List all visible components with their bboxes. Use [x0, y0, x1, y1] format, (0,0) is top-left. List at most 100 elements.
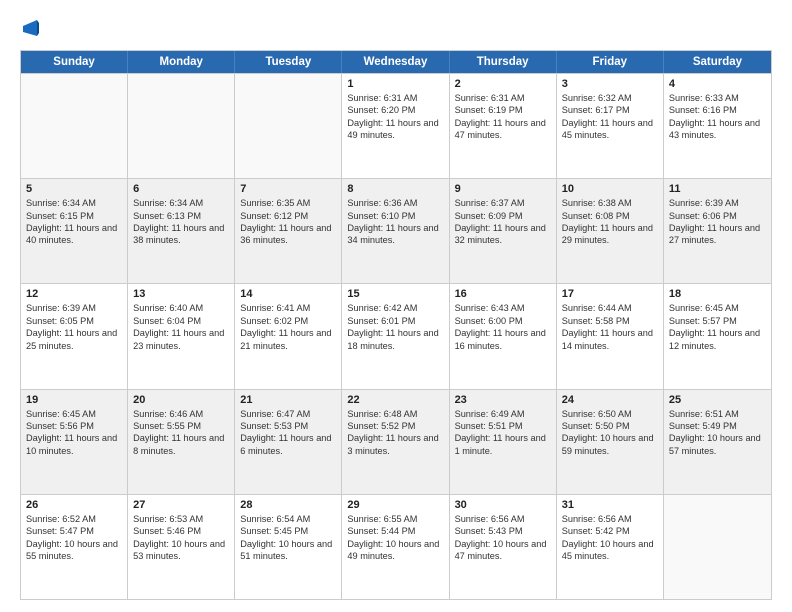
sunrise-line: Sunrise: 6:56 AM	[562, 513, 658, 525]
week-row-4: 19Sunrise: 6:45 AMSunset: 5:56 PMDayligh…	[21, 389, 771, 494]
daylight-line: Daylight: 11 hours and 40 minutes.	[26, 222, 122, 247]
daylight-line: Daylight: 11 hours and 34 minutes.	[347, 222, 443, 247]
daylight-line: Daylight: 11 hours and 6 minutes.	[240, 432, 336, 457]
daylight-line: Daylight: 11 hours and 3 minutes.	[347, 432, 443, 457]
sunrise-line: Sunrise: 6:49 AM	[455, 408, 551, 420]
calendar-body: 1Sunrise: 6:31 AMSunset: 6:20 PMDaylight…	[21, 73, 771, 599]
cal-cell: 10Sunrise: 6:38 AMSunset: 6:08 PMDayligh…	[557, 179, 664, 283]
sunrise-line: Sunrise: 6:34 AM	[133, 197, 229, 209]
sunrise-line: Sunrise: 6:36 AM	[347, 197, 443, 209]
cal-cell: 14Sunrise: 6:41 AMSunset: 6:02 PMDayligh…	[235, 284, 342, 388]
cal-cell: 12Sunrise: 6:39 AMSunset: 6:05 PMDayligh…	[21, 284, 128, 388]
daylight-line: Daylight: 11 hours and 8 minutes.	[133, 432, 229, 457]
sunrise-line: Sunrise: 6:39 AM	[26, 302, 122, 314]
day-number: 24	[562, 394, 658, 406]
sunrise-line: Sunrise: 6:40 AM	[133, 302, 229, 314]
sunrise-line: Sunrise: 6:44 AM	[562, 302, 658, 314]
day-number: 28	[240, 499, 336, 511]
day-number: 11	[669, 183, 766, 195]
daylight-line: Daylight: 10 hours and 45 minutes.	[562, 538, 658, 563]
sunrise-line: Sunrise: 6:31 AM	[455, 92, 551, 104]
daylight-line: Daylight: 10 hours and 59 minutes.	[562, 432, 658, 457]
daylight-line: Daylight: 11 hours and 23 minutes.	[133, 327, 229, 352]
sunset-line: Sunset: 5:58 PM	[562, 315, 658, 327]
day-header-sunday: Sunday	[21, 51, 128, 73]
day-header-friday: Friday	[557, 51, 664, 73]
sunset-line: Sunset: 6:10 PM	[347, 210, 443, 222]
cal-cell: 27Sunrise: 6:53 AMSunset: 5:46 PMDayligh…	[128, 495, 235, 599]
cal-cell: 3Sunrise: 6:32 AMSunset: 6:17 PMDaylight…	[557, 74, 664, 178]
daylight-line: Daylight: 11 hours and 29 minutes.	[562, 222, 658, 247]
sunrise-line: Sunrise: 6:54 AM	[240, 513, 336, 525]
day-number: 9	[455, 183, 551, 195]
sunrise-line: Sunrise: 6:55 AM	[347, 513, 443, 525]
daylight-line: Daylight: 10 hours and 47 minutes.	[455, 538, 551, 563]
sunset-line: Sunset: 6:20 PM	[347, 104, 443, 116]
cal-cell: 31Sunrise: 6:56 AMSunset: 5:42 PMDayligh…	[557, 495, 664, 599]
sunset-line: Sunset: 5:46 PM	[133, 525, 229, 537]
day-number: 15	[347, 288, 443, 300]
cal-cell: 23Sunrise: 6:49 AMSunset: 5:51 PMDayligh…	[450, 390, 557, 494]
daylight-line: Daylight: 11 hours and 14 minutes.	[562, 327, 658, 352]
cal-cell: 9Sunrise: 6:37 AMSunset: 6:09 PMDaylight…	[450, 179, 557, 283]
sunset-line: Sunset: 5:49 PM	[669, 420, 766, 432]
day-number: 19	[26, 394, 122, 406]
sunrise-line: Sunrise: 6:46 AM	[133, 408, 229, 420]
sunset-line: Sunset: 5:42 PM	[562, 525, 658, 537]
daylight-line: Daylight: 11 hours and 18 minutes.	[347, 327, 443, 352]
daylight-line: Daylight: 10 hours and 55 minutes.	[26, 538, 122, 563]
daylight-line: Daylight: 11 hours and 16 minutes.	[455, 327, 551, 352]
day-number: 26	[26, 499, 122, 511]
daylight-line: Daylight: 11 hours and 47 minutes.	[455, 117, 551, 142]
day-number: 18	[669, 288, 766, 300]
day-number: 17	[562, 288, 658, 300]
sunset-line: Sunset: 5:44 PM	[347, 525, 443, 537]
day-number: 20	[133, 394, 229, 406]
logo	[20, 18, 39, 40]
sunset-line: Sunset: 5:47 PM	[26, 525, 122, 537]
sunset-line: Sunset: 5:43 PM	[455, 525, 551, 537]
day-number: 8	[347, 183, 443, 195]
cal-cell: 18Sunrise: 6:45 AMSunset: 5:57 PMDayligh…	[664, 284, 771, 388]
daylight-line: Daylight: 11 hours and 36 minutes.	[240, 222, 336, 247]
day-number: 5	[26, 183, 122, 195]
cal-cell: 29Sunrise: 6:55 AMSunset: 5:44 PMDayligh…	[342, 495, 449, 599]
daylight-line: Daylight: 11 hours and 38 minutes.	[133, 222, 229, 247]
day-number: 29	[347, 499, 443, 511]
daylight-line: Daylight: 11 hours and 27 minutes.	[669, 222, 766, 247]
sunset-line: Sunset: 6:06 PM	[669, 210, 766, 222]
day-number: 13	[133, 288, 229, 300]
sunset-line: Sunset: 6:04 PM	[133, 315, 229, 327]
sunrise-line: Sunrise: 6:45 AM	[26, 408, 122, 420]
cal-cell	[664, 495, 771, 599]
sunset-line: Sunset: 5:56 PM	[26, 420, 122, 432]
cal-cell: 1Sunrise: 6:31 AMSunset: 6:20 PMDaylight…	[342, 74, 449, 178]
day-number: 14	[240, 288, 336, 300]
sunset-line: Sunset: 5:45 PM	[240, 525, 336, 537]
daylight-line: Daylight: 10 hours and 51 minutes.	[240, 538, 336, 563]
sunset-line: Sunset: 6:15 PM	[26, 210, 122, 222]
cal-cell: 21Sunrise: 6:47 AMSunset: 5:53 PMDayligh…	[235, 390, 342, 494]
sunrise-line: Sunrise: 6:56 AM	[455, 513, 551, 525]
sunset-line: Sunset: 6:16 PM	[669, 104, 766, 116]
sunset-line: Sunset: 6:13 PM	[133, 210, 229, 222]
sunrise-line: Sunrise: 6:43 AM	[455, 302, 551, 314]
sunset-line: Sunset: 5:50 PM	[562, 420, 658, 432]
calendar: SundayMondayTuesdayWednesdayThursdayFrid…	[20, 50, 772, 600]
sunrise-line: Sunrise: 6:41 AM	[240, 302, 336, 314]
sunset-line: Sunset: 6:01 PM	[347, 315, 443, 327]
sunrise-line: Sunrise: 6:35 AM	[240, 197, 336, 209]
day-number: 23	[455, 394, 551, 406]
sunset-line: Sunset: 6:08 PM	[562, 210, 658, 222]
sunset-line: Sunset: 5:53 PM	[240, 420, 336, 432]
sunrise-line: Sunrise: 6:42 AM	[347, 302, 443, 314]
sunset-line: Sunset: 5:52 PM	[347, 420, 443, 432]
sunrise-line: Sunrise: 6:38 AM	[562, 197, 658, 209]
sunrise-line: Sunrise: 6:51 AM	[669, 408, 766, 420]
day-header-tuesday: Tuesday	[235, 51, 342, 73]
week-row-2: 5Sunrise: 6:34 AMSunset: 6:15 PMDaylight…	[21, 178, 771, 283]
daylight-line: Daylight: 10 hours and 57 minutes.	[669, 432, 766, 457]
week-row-3: 12Sunrise: 6:39 AMSunset: 6:05 PMDayligh…	[21, 283, 771, 388]
sunrise-line: Sunrise: 6:34 AM	[26, 197, 122, 209]
daylight-line: Daylight: 11 hours and 10 minutes.	[26, 432, 122, 457]
